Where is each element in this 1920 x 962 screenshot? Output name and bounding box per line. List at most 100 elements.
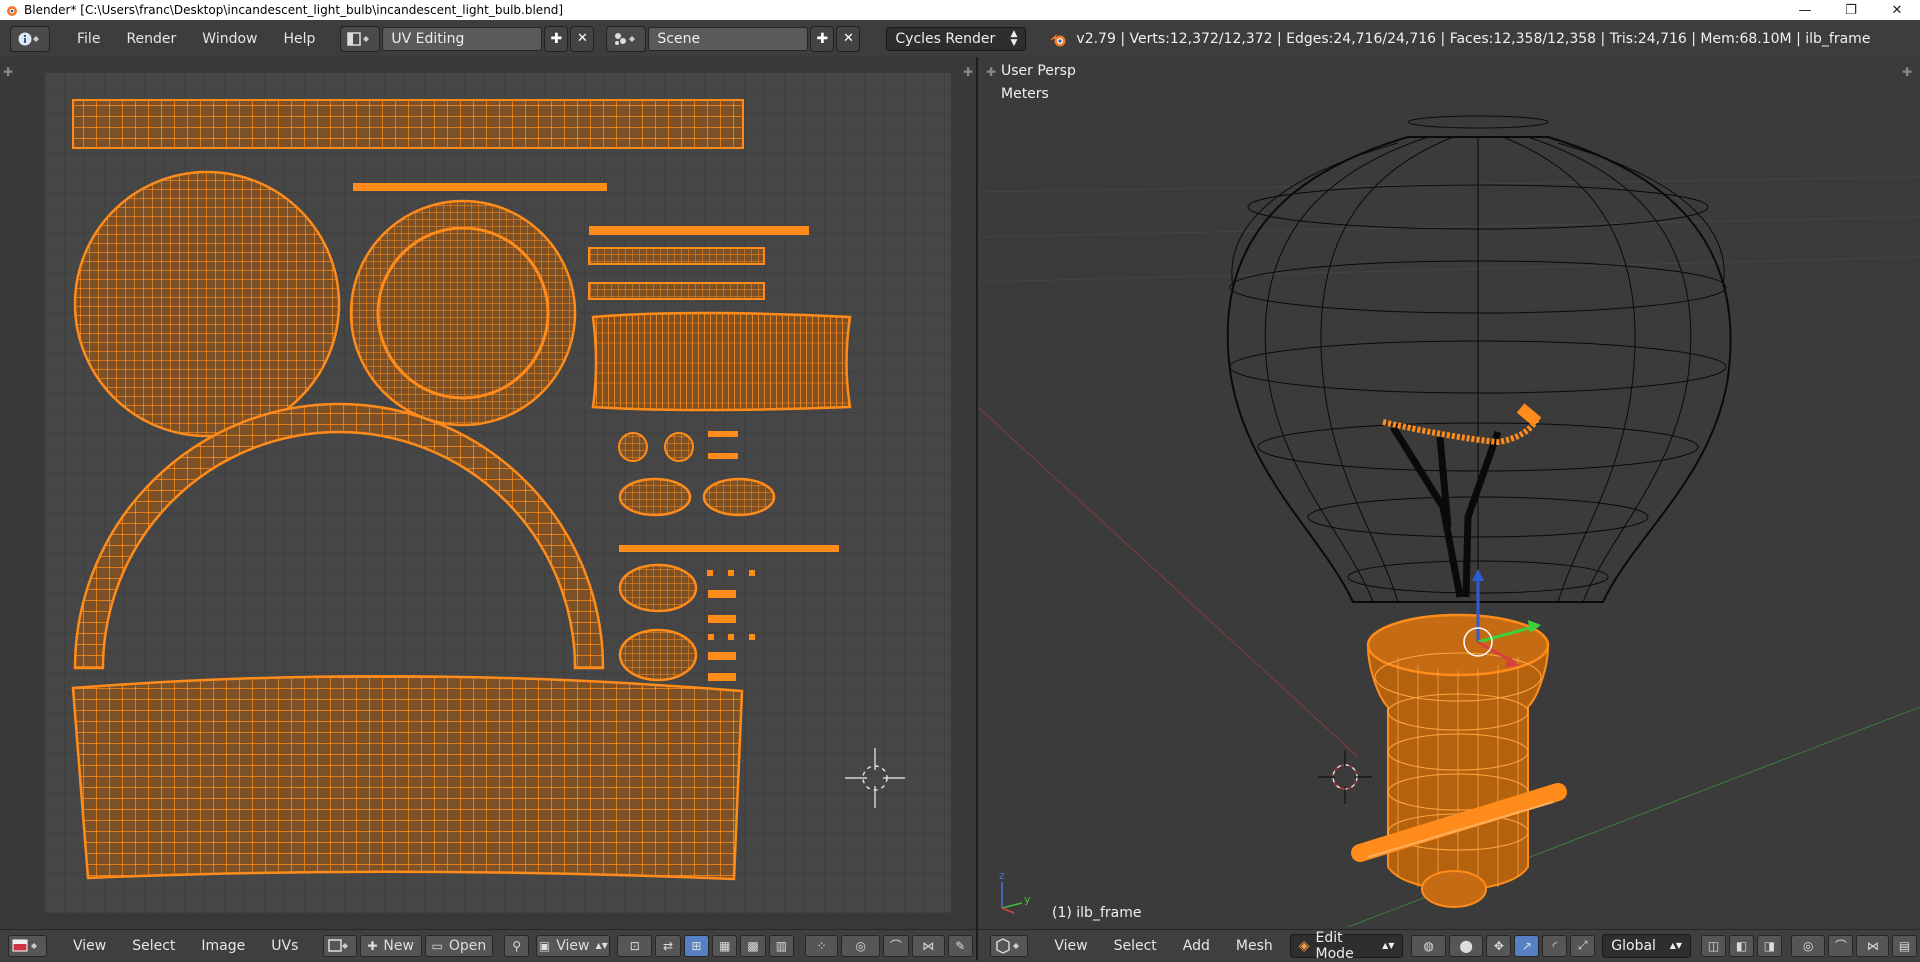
vertex-select-mode-button-3d[interactable]: ◫: [1701, 934, 1727, 957]
viewport-scene[interactable]: z y: [978, 57, 1920, 929]
updown-arrows-icon: ▲▼: [1382, 941, 1395, 950]
uv-island-large-disk[interactable]: [73, 170, 341, 438]
area-split-corner-icon[interactable]: ✚: [961, 65, 975, 79]
snap-element-icon: ⋈: [922, 938, 935, 953]
face-select-mode-button-3d[interactable]: ◨: [1756, 934, 1782, 957]
uv-island-small-ellipse[interactable]: [618, 628, 698, 682]
uv-island-base-block[interactable]: [71, 674, 744, 881]
uv-island-tiny-bar[interactable]: [708, 590, 736, 598]
edge-select-mode-button[interactable]: ▦: [712, 934, 738, 957]
image-browse-button[interactable]: [323, 934, 357, 957]
viewport-shading-select[interactable]: ◍: [1411, 934, 1446, 957]
uv-canvas[interactable]: [45, 73, 951, 913]
uv-menu-image[interactable]: Image: [188, 938, 258, 954]
edge-select-icon: ◧: [1735, 938, 1748, 953]
rotate-manipulator-button[interactable]: ◜: [1542, 934, 1568, 957]
render-preview-button[interactable]: ▤: [1892, 934, 1917, 957]
uv-island-small-circle[interactable]: [664, 432, 694, 462]
screen-layout-browse-button[interactable]: [340, 25, 381, 52]
uv-island-tiny-bar[interactable]: [708, 652, 736, 660]
pivot-point-select[interactable]: ⬤: [1448, 934, 1484, 957]
proportional-edit-select[interactable]: ◎: [841, 934, 881, 957]
open-image-button[interactable]: ▭ Open: [424, 934, 493, 957]
axis-orientation-gizmo: z y: [999, 869, 1031, 914]
menu-help[interactable]: Help: [270, 31, 328, 47]
editor-type-uv-button[interactable]: [8, 934, 47, 957]
render-engine-select[interactable]: Cycles Render ▲ ▼: [886, 26, 1027, 51]
scene-field[interactable]: Scene: [648, 26, 809, 51]
uv-island-tiny-bar[interactable]: [708, 673, 736, 681]
minimize-button[interactable]: —: [1782, 0, 1828, 20]
uv-island-thin-strip[interactable]: [619, 545, 839, 552]
uv-island-ring-disk[interactable]: [349, 199, 577, 427]
restore-button[interactable]: ❐: [1828, 0, 1874, 20]
snap-element-icon: ⋈: [1866, 938, 1879, 953]
view-mode-select[interactable]: ▣ View ▲▼: [536, 934, 611, 957]
edge-select-mode-button-3d[interactable]: ◧: [1729, 934, 1754, 957]
uv-image-editor[interactable]: ✚ ✚: [0, 57, 976, 929]
transform-orientation-select[interactable]: Global ▲▼: [1602, 933, 1692, 958]
vertex-select-mode-button[interactable]: ⊞: [683, 934, 710, 957]
sticky-select-mode[interactable]: ⁘: [805, 934, 839, 957]
uv-island-small-strip[interactable]: [588, 282, 765, 300]
lamp-base-mesh[interactable]: [1351, 613, 1567, 908]
screen-layout-field[interactable]: UV Editing: [382, 26, 543, 51]
editor-type-3d-button[interactable]: [990, 934, 1029, 957]
editor-type-button[interactable]: [10, 25, 50, 52]
uv-island-small-ellipse[interactable]: [702, 477, 776, 517]
uv-island-top-strip[interactable]: [72, 99, 744, 149]
scale-manipulator-button[interactable]: ⤢: [1570, 934, 1596, 957]
island-select-mode-button[interactable]: ▥: [768, 934, 795, 957]
new-image-button[interactable]: ✚ New: [359, 934, 422, 957]
snap-element-select-3d[interactable]: ⋈: [1856, 934, 1890, 957]
delete-scene-button[interactable]: ✕: [836, 25, 861, 52]
interaction-mode-select[interactable]: ◈ Edit Mode ▲▼: [1289, 930, 1404, 962]
add-screen-button[interactable]: ✚: [544, 25, 569, 52]
uv-island-tiny-dot[interactable]: [728, 634, 734, 640]
menu-file[interactable]: File: [64, 31, 113, 47]
uv-sync-button[interactable]: ⇄: [655, 934, 681, 957]
uv-island-tiny-dot[interactable]: [707, 570, 713, 576]
delete-screen-button[interactable]: ✕: [570, 25, 595, 52]
area-split-corner-icon[interactable]: ✚: [1, 65, 15, 79]
translate-manipulator-button[interactable]: ↗: [1514, 934, 1540, 957]
snap-toggle[interactable]: ⌒: [883, 934, 909, 957]
snap-element-select[interactable]: ⋈: [911, 934, 945, 957]
uv-island-small-strip[interactable]: [588, 247, 765, 265]
3d-menu-view[interactable]: View: [1041, 938, 1100, 954]
pivot-select[interactable]: ⊡: [617, 934, 653, 957]
proportional-edit-select-3d[interactable]: ◎: [1790, 934, 1826, 957]
manipulator-toggle[interactable]: ✥: [1486, 934, 1512, 957]
add-scene-button[interactable]: ✚: [810, 25, 835, 52]
uv-island-cylinder-block[interactable]: [591, 311, 852, 412]
uv-island-tiny-bar[interactable]: [708, 453, 738, 459]
uv-island-tiny-dot[interactable]: [749, 634, 755, 640]
uv-island-thin-strip[interactable]: [353, 183, 607, 191]
uv-island-tiny-dot[interactable]: [728, 570, 734, 576]
uv-island-tiny-bar[interactable]: [708, 615, 736, 623]
updown-arrows-icon: ▲▼: [1669, 941, 1683, 950]
menu-render[interactable]: Render: [113, 31, 189, 47]
3d-viewport[interactable]: ✚ ✚ User Persp Meters z y (1) ilb_frame: [978, 57, 1920, 929]
uv-menu-select[interactable]: Select: [119, 938, 188, 954]
snap-toggle-3d[interactable]: ⌒: [1828, 934, 1854, 957]
3d-menu-add[interactable]: Add: [1170, 938, 1223, 954]
pin-button[interactable]: ⚲: [503, 934, 530, 957]
menu-window[interactable]: Window: [189, 31, 270, 47]
uv-island-tiny-dot[interactable]: [708, 634, 714, 640]
3d-cursor-icon[interactable]: [1318, 750, 1372, 804]
uv-menu-view[interactable]: View: [60, 938, 119, 954]
uv-menu-uvs[interactable]: UVs: [258, 938, 311, 954]
uv-island-small-ellipse[interactable]: [618, 563, 698, 613]
face-select-mode-button[interactable]: ▩: [740, 934, 766, 957]
uv-island-tiny-bar[interactable]: [708, 431, 738, 437]
uv-island-small-circle[interactable]: [618, 432, 648, 462]
3d-menu-mesh[interactable]: Mesh: [1223, 938, 1286, 954]
grease-pencil-button[interactable]: ✎: [947, 934, 973, 957]
uv-island-small-ellipse[interactable]: [618, 477, 692, 517]
uv-island-thin-strip[interactable]: [589, 226, 809, 235]
uv-island-tiny-dot[interactable]: [749, 570, 755, 576]
close-window-button[interactable]: ✕: [1874, 0, 1920, 20]
3d-menu-select[interactable]: Select: [1101, 938, 1170, 954]
scene-browse-button[interactable]: [606, 25, 647, 52]
